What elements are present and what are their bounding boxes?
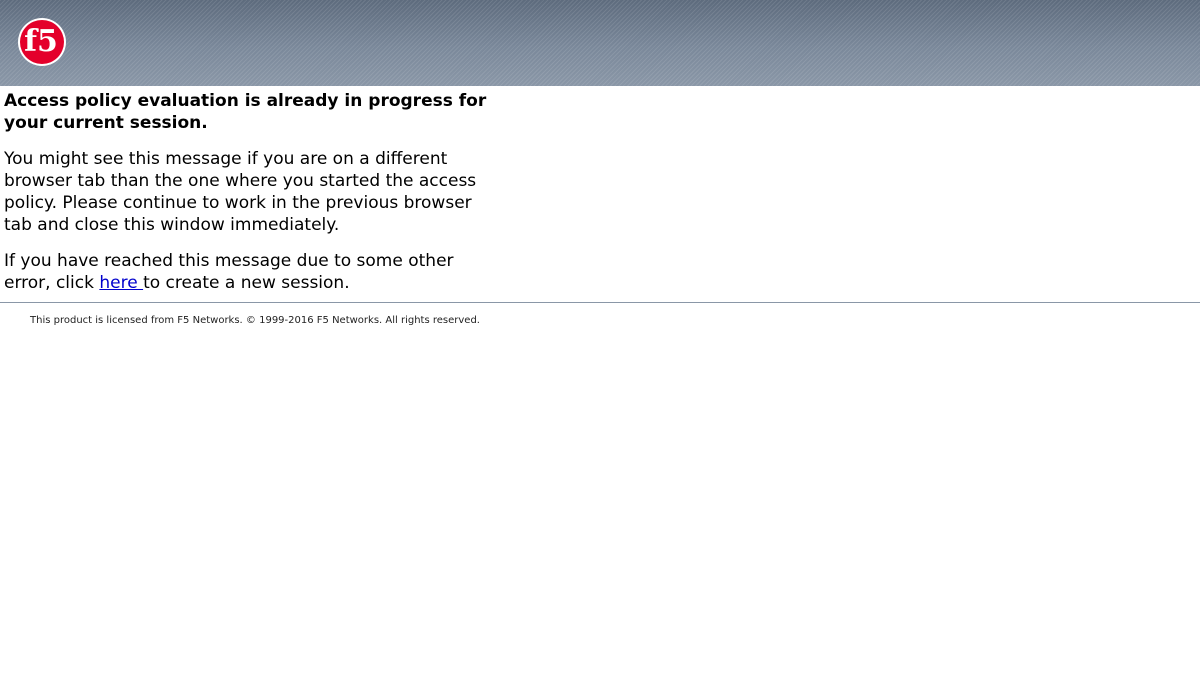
page-title: Access policy evaluation is already in p… [4, 91, 487, 133]
copyright-footer: This product is licensed from F5 Network… [30, 315, 480, 326]
page-header: f5 [0, 0, 1200, 86]
new-session-paragraph: If you have reached this message due to … [4, 250, 504, 294]
explanation-paragraph: You might see this message if you are on… [4, 149, 477, 235]
new-session-text-after: to create a new session. [143, 273, 350, 293]
message-content: Access policy evaluation is already in p… [4, 90, 504, 294]
footer-divider [0, 302, 1200, 303]
logo-text: f5 [24, 24, 58, 59]
f5-logo-icon: f5 [18, 18, 66, 66]
new-session-link[interactable]: here [99, 273, 143, 293]
